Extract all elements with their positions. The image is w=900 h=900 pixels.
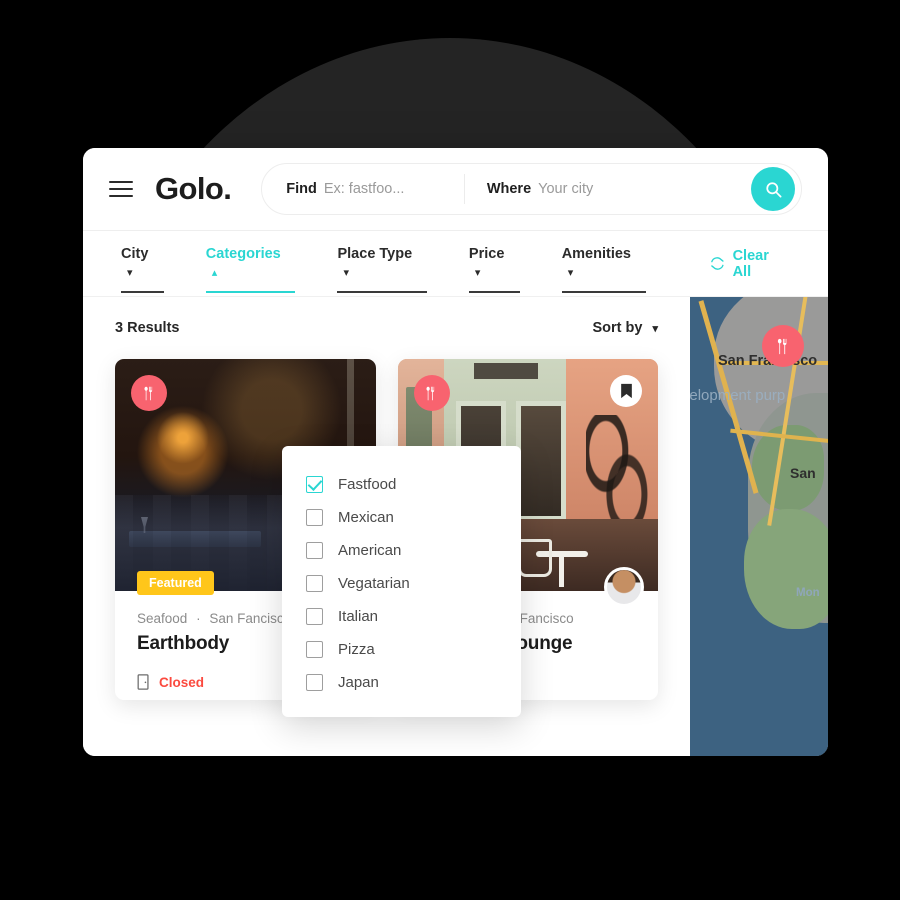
dropdown-option-label: Italian: [338, 608, 379, 625]
checkbox-icon[interactable]: [306, 674, 323, 691]
dropdown-option[interactable]: Vegatarian: [282, 567, 521, 600]
card-category: Seafood: [137, 611, 188, 626]
checkbox-icon[interactable]: [306, 575, 323, 592]
dropdown-option-label: American: [338, 542, 402, 559]
map-watermark: r development purp: [690, 387, 786, 404]
clear-all-label: Clear All: [732, 247, 769, 280]
dropdown-option[interactable]: Italian: [282, 600, 521, 633]
chevron-down-icon: ▾: [567, 266, 574, 279]
clear-all-button[interactable]: Clear All: [710, 248, 790, 280]
avatar[interactable]: [604, 567, 644, 607]
find-field[interactable]: Find: [286, 181, 444, 197]
app-header: Golo. Find Where: [83, 148, 828, 231]
search-submit-button[interactable]: [751, 167, 795, 211]
dropdown-option[interactable]: American: [282, 534, 521, 567]
search-divider: [463, 174, 465, 204]
results-count: 3 Results: [115, 320, 180, 336]
chevron-up-icon: ▴: [211, 266, 218, 279]
filter-underline: [205, 290, 296, 293]
filter-underline: [121, 290, 164, 293]
door-icon: [137, 674, 149, 690]
where-field[interactable]: Where: [487, 181, 751, 197]
dropdown-option[interactable]: Japan: [282, 666, 521, 699]
map-label-tertiary: Mon: [796, 587, 820, 599]
dropdown-option[interactable]: Mexican: [282, 501, 521, 534]
chevron-down-icon: ▾: [343, 266, 350, 279]
chevron-down-icon: ▾: [474, 266, 481, 279]
bookmark-icon: [620, 383, 632, 399]
filter-categories[interactable]: Categories ▴: [205, 233, 296, 295]
where-label: Where: [486, 181, 532, 197]
filter-price-label: Price: [468, 245, 505, 262]
filter-place-type-label: Place Type: [337, 245, 413, 262]
screenshot-stage: Golo. Find Where: [0, 0, 900, 900]
checkbox-icon[interactable]: [306, 608, 323, 625]
cutlery-icon: [777, 338, 786, 354]
sort-by-dropdown[interactable]: Sort by ▾: [592, 320, 658, 336]
filter-city[interactable]: City ▾: [121, 233, 164, 295]
dropdown-option[interactable]: Pizza: [282, 633, 521, 666]
filter-bar: City ▾ Categories ▴ Place Type ▾ Price ▾…: [83, 231, 828, 297]
filter-price[interactable]: Price ▾: [468, 233, 520, 295]
map-pin-marker[interactable]: [762, 325, 804, 367]
chevron-down-icon: ▾: [652, 323, 658, 335]
filter-underline: [468, 290, 520, 293]
filter-underline: [337, 290, 427, 293]
dropdown-option-label: Vegatarian: [338, 575, 410, 592]
featured-badge: Featured: [137, 571, 214, 595]
dropdown-option-label: Japan: [338, 674, 379, 691]
sort-by-label: Sort by: [592, 320, 643, 336]
search-input-find[interactable]: [323, 181, 444, 197]
filter-city-label: City: [121, 245, 149, 262]
chevron-down-icon: ▾: [127, 266, 133, 279]
dropdown-option-label: Pizza: [338, 641, 375, 658]
checkbox-checked-icon[interactable]: [306, 476, 323, 493]
map-label-secondary: San: [790, 465, 816, 481]
search-icon: [765, 181, 781, 197]
status-badge: Closed: [159, 674, 205, 690]
search-input-where[interactable]: [538, 181, 669, 197]
checkbox-icon[interactable]: [306, 641, 323, 658]
filter-categories-label: Categories: [205, 245, 281, 262]
categories-dropdown[interactable]: Fastfood Mexican American Vegatarian Italian…: [282, 446, 521, 717]
filter-place-type[interactable]: Place Type ▾: [337, 233, 427, 295]
refresh-icon: [710, 257, 724, 270]
checkbox-icon[interactable]: [306, 509, 323, 526]
find-label: Find: [286, 181, 317, 197]
map-panel[interactable]: San Frаncisco San Mon r development purp: [690, 297, 828, 756]
dropdown-option[interactable]: Fastfood: [282, 468, 521, 501]
meta-separator: ·: [196, 611, 201, 626]
search-bar: Find Where: [261, 163, 802, 215]
app-window: Golo. Find Where: [83, 148, 828, 756]
filter-amenities-label: Amenities: [561, 245, 631, 262]
bookmark-button[interactable]: [610, 375, 642, 407]
cutlery-icon: [131, 375, 167, 411]
brand-logo[interactable]: Golo.: [155, 171, 232, 207]
filter-underline: [561, 290, 646, 293]
hamburger-icon[interactable]: [109, 181, 133, 197]
results-header: 3 Results Sort by ▾: [115, 297, 658, 359]
checkbox-icon[interactable]: [306, 542, 323, 559]
cutlery-icon: [413, 375, 450, 411]
filter-amenities[interactable]: Amenities ▾: [561, 233, 646, 295]
dropdown-option-label: Fastfood: [338, 476, 397, 493]
dropdown-option-label: Mexican: [338, 509, 394, 526]
card-city: San Fancisco: [209, 611, 292, 626]
